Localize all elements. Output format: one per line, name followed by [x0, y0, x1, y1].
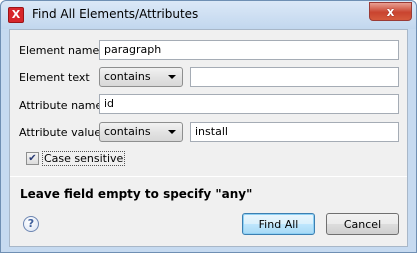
attribute-value-mode-select[interactable]: contains [99, 122, 183, 142]
attribute-name-label: Attribute name [19, 99, 103, 112]
title-bar[interactable]: X Find All Elements/Attributes x [1, 1, 416, 29]
case-sensitive-checkbox[interactable]: ✔ [26, 152, 39, 165]
element-name-label: Element name [19, 44, 100, 57]
element-text-mode-select[interactable]: contains [99, 67, 183, 87]
empty-field-note: Leave field empty to specify "any" [20, 187, 253, 201]
help-icon[interactable]: ? [23, 216, 39, 232]
chevron-down-icon [168, 130, 176, 134]
element-name-input[interactable]: paragraph [99, 40, 399, 60]
checkmark-icon: ✔ [28, 153, 37, 164]
dialog-body: Element name paragraph Element text cont… [9, 29, 408, 247]
attribute-value-mode-value: contains [104, 125, 151, 138]
window-title: Find All Elements/Attributes [32, 7, 199, 21]
find-all-button[interactable]: Find All [242, 213, 315, 235]
element-text-label: Element text [19, 71, 90, 84]
element-text-input[interactable] [190, 67, 399, 87]
dialog-window: X Find All Elements/Attributes x Element… [0, 0, 417, 253]
case-sensitive-label[interactable]: Case sensitive [42, 151, 126, 166]
cancel-button[interactable]: Cancel [326, 213, 399, 235]
attribute-value-input[interactable]: install [190, 122, 399, 142]
chevron-down-icon [168, 75, 176, 79]
app-icon: X [8, 7, 24, 23]
close-button[interactable]: x [369, 2, 412, 21]
separator [10, 176, 407, 177]
close-icon: x [386, 4, 395, 19]
element-text-mode-value: contains [104, 70, 151, 83]
attribute-value-label: Attribute value [19, 126, 102, 139]
attribute-name-input[interactable]: id [99, 94, 399, 114]
